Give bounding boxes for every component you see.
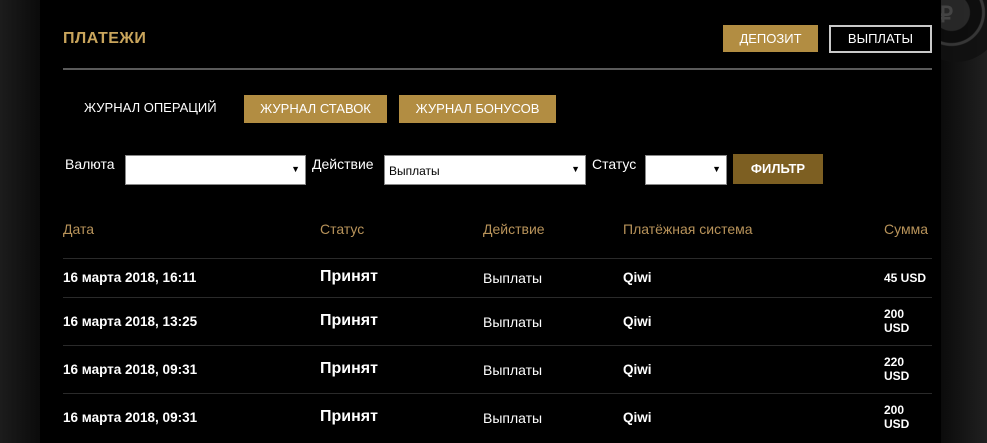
- chevron-down-icon: ▼: [712, 164, 721, 174]
- row-amount-value: 220: [884, 355, 905, 369]
- row-action: Выплаты: [483, 362, 543, 378]
- row-payment-system: Qiwi: [623, 270, 652, 285]
- row-date: 16 марта 2018, 09:31: [63, 362, 198, 377]
- tab-operations-journal[interactable]: ЖУРНАЛ ОПЕРАЦИЙ: [84, 100, 217, 115]
- row-amount-value: 45 USD: [884, 271, 927, 285]
- action-label: Действие: [312, 156, 374, 172]
- row-amount-unit: USD: [884, 417, 910, 431]
- row-amount-value: 200: [884, 403, 905, 417]
- action-select[interactable]: Выплаты ▼: [384, 155, 586, 185]
- row-amount-value: 200: [884, 307, 905, 321]
- column-header-amount[interactable]: Сумма: [884, 221, 928, 237]
- row-status: Принят: [320, 408, 378, 425]
- row-action: Выплаты: [483, 270, 543, 286]
- chevron-down-icon: ▼: [291, 164, 300, 174]
- row-divider: [63, 297, 932, 298]
- table-divider: [63, 258, 932, 259]
- row-payment-system: Qiwi: [623, 314, 652, 329]
- status-label: Статус: [592, 156, 637, 172]
- row-payment-system: Qiwi: [623, 410, 652, 425]
- row-amount-unit: USD: [884, 321, 910, 335]
- row-action: Выплаты: [483, 410, 543, 426]
- row-divider: [63, 345, 932, 346]
- row-status: Принят: [320, 268, 378, 285]
- tab-bonuses-journal[interactable]: ЖУРНАЛ БОНУСОВ: [399, 95, 556, 123]
- row-divider: [63, 393, 932, 394]
- row-action: Выплаты: [483, 314, 543, 330]
- tab-bets-journal[interactable]: ЖУРНАЛ СТАВОК: [244, 95, 387, 123]
- column-header-status[interactable]: Статус: [320, 221, 364, 237]
- column-header-payment-system[interactable]: Платёжная система: [623, 221, 753, 237]
- row-amount-unit: USD: [884, 369, 910, 383]
- column-header-date[interactable]: Дата: [63, 221, 94, 237]
- chevron-down-icon: ▼: [571, 164, 580, 174]
- row-payment-system: Qiwi: [623, 362, 652, 377]
- action-select-value: Выплаты: [389, 164, 440, 178]
- row-date: 16 марта 2018, 13:25: [63, 314, 198, 329]
- row-status: Принят: [320, 360, 378, 377]
- currency-select[interactable]: ▼: [125, 155, 306, 185]
- row-status: Принят: [320, 312, 378, 329]
- payouts-button[interactable]: ВЫПЛАТЫ: [829, 25, 932, 53]
- filter-button[interactable]: ФИЛЬТР: [733, 154, 823, 184]
- status-select[interactable]: ▼: [645, 155, 727, 185]
- payments-panel: ПЛАТЕЖИ ДЕПОЗИТ ВЫПЛАТЫ ЖУРНАЛ ОПЕРАЦИЙ …: [40, 0, 941, 443]
- header-divider: [63, 68, 932, 70]
- currency-label: Валюта: [65, 156, 115, 172]
- column-header-action[interactable]: Действие: [483, 221, 545, 237]
- deposit-button[interactable]: ДЕПОЗИТ: [723, 25, 818, 52]
- row-date: 16 марта 2018, 16:11: [63, 270, 197, 285]
- background-right-edge: [941, 0, 987, 443]
- row-date: 16 марта 2018, 09:31: [63, 410, 198, 425]
- background-left-edge: [0, 0, 40, 443]
- page-title: ПЛАТЕЖИ: [63, 30, 147, 47]
